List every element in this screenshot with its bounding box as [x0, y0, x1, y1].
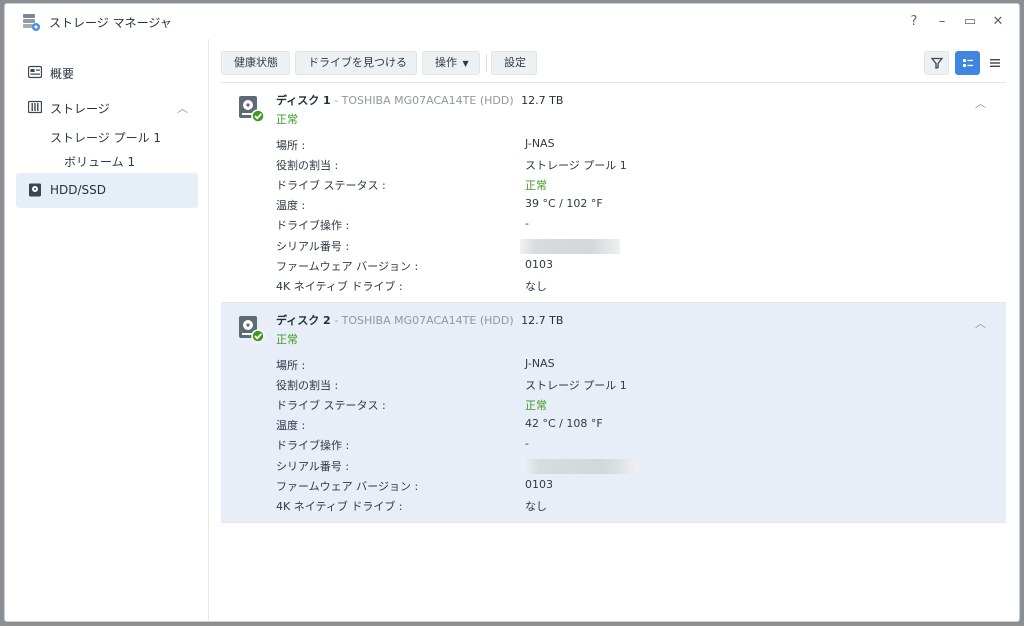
find-drive-button[interactable]: ドライブを見つける [295, 51, 417, 75]
info-label: シリアル番号 : [276, 460, 350, 473]
list-icon [989, 59, 1000, 67]
info-label: 場所 : [276, 139, 306, 152]
info-label: シリアル番号 : [276, 240, 350, 253]
window-title: ストレージ マネージャ [49, 16, 172, 30]
hdd-healthy-icon [239, 96, 265, 123]
info-value: 0103 [525, 478, 553, 491]
info-row: 4K ネイティブ ドライブ : なし [276, 278, 976, 294]
disk-name: ディスク 2 [276, 314, 331, 327]
sidebar-item-label: ストレージ [50, 102, 110, 116]
info-value: ストレージ プール 1 [525, 159, 627, 172]
help-icon[interactable]: ? [903, 10, 925, 32]
info-row: シリアル番号 : [276, 458, 976, 474]
info-value: 正常 [525, 179, 547, 192]
sidebar-item-label: 概要 [50, 67, 75, 81]
info-label: 役割の割当 : [276, 379, 339, 392]
chevron-up-icon[interactable]: ︿ [975, 315, 986, 331]
redacted-serial [520, 239, 620, 254]
info-value: J-NAS [525, 137, 555, 150]
info-value: - [525, 437, 529, 450]
info-value: 42 °C / 108 °F [525, 417, 603, 430]
actions-dropdown-button[interactable]: 操作 ▼ [422, 51, 480, 75]
info-label: ファームウェア バージョン : [276, 480, 419, 493]
disk-size: 12.7 TB [521, 94, 564, 107]
sidebar-item-hdd-ssd[interactable]: HDD/SSD [16, 173, 198, 208]
info-label: 温度 : [276, 199, 306, 212]
info-row: 温度 : 42 °C / 108 °F [276, 417, 976, 433]
info-row: ドライブ操作 : - [276, 437, 976, 453]
disk-model: - TOSHIBA MG07ACA14TE (HDD) [334, 94, 514, 107]
sidebar-item-storage-pool[interactable]: ストレージ プール 1 [50, 129, 161, 146]
minimize-icon[interactable]: – [931, 10, 953, 32]
overview-icon [28, 65, 42, 79]
info-row: ファームウェア バージョン : 0103 [276, 258, 976, 274]
disk-header: ディスク 2 - TOSHIBA MG07ACA14TE (HDD) 12.7 … [276, 312, 563, 328]
filter-button[interactable] [924, 51, 949, 75]
info-label: ドライブ操作 : [276, 219, 350, 232]
info-label: 4K ネイティブ ドライブ : [276, 500, 403, 513]
hdd-healthy-icon [239, 316, 265, 343]
disk-model: - TOSHIBA MG07ACA14TE (HDD) [334, 314, 514, 327]
filter-icon [930, 57, 943, 69]
info-value: なし [525, 500, 547, 513]
list-view-button[interactable] [982, 51, 1007, 75]
disk-card-1[interactable]: ディスク 1 - TOSHIBA MG07ACA14TE (HDD) 12.7 … [221, 83, 1006, 303]
info-value: なし [525, 280, 547, 293]
info-row: 役割の割当 : ストレージ プール 1 [276, 157, 976, 173]
info-row: ドライブ ステータス : 正常 [276, 397, 976, 413]
info-row: 4K ネイティブ ドライブ : なし [276, 498, 976, 514]
storage-icon [28, 100, 42, 114]
info-row: ドライブ操作 : - [276, 217, 976, 233]
detail-view-button[interactable] [955, 51, 980, 75]
actions-label: 操作 [435, 56, 457, 69]
disk-status: 正常 [276, 333, 298, 346]
sidebar-item-overview[interactable]: 概要 [16, 55, 198, 89]
close-icon[interactable]: ✕ [987, 10, 1009, 32]
info-value: 0103 [525, 258, 553, 271]
info-row: ファームウェア バージョン : 0103 [276, 478, 976, 494]
chevron-up-icon[interactable]: ︿ [177, 100, 188, 116]
window-controls: ? – ▭ ✕ [903, 10, 1009, 32]
disk-status: 正常 [276, 113, 298, 126]
title-bar: ストレージ マネージャ ? – ▭ ✕ [5, 4, 1019, 39]
redacted-serial [522, 459, 638, 474]
info-value: 正常 [525, 399, 547, 412]
hdd-icon [29, 183, 41, 197]
info-label: 4K ネイティブ ドライブ : [276, 280, 403, 293]
sidebar-item-label: HDD/SSD [50, 183, 107, 197]
info-row: 場所 : J-NAS [276, 137, 976, 153]
info-value: - [525, 217, 529, 230]
info-label: 温度 : [276, 419, 306, 432]
toolbar-buttons: 健康状態 ドライブを見つける 操作 ▼ 設定 [221, 51, 1006, 75]
info-value: ストレージ プール 1 [525, 379, 627, 392]
info-label: ドライブ ステータス : [276, 179, 386, 192]
info-row: 温度 : 39 °C / 102 °F [276, 197, 976, 213]
detail-list-icon [962, 59, 973, 67]
health-button[interactable]: 健康状態 [221, 51, 290, 75]
info-value: J-NAS [525, 357, 555, 370]
caret-down-icon: ▼ [462, 59, 469, 68]
disk-card-2[interactable]: ディスク 2 - TOSHIBA MG07ACA14TE (HDD) 12.7 … [221, 303, 1006, 523]
settings-button[interactable]: 設定 [491, 51, 537, 75]
chevron-up-icon[interactable]: ︿ [975, 95, 986, 111]
info-label: 場所 : [276, 359, 306, 372]
storage-manager-app-icon [23, 14, 40, 31]
info-label: 役割の割当 : [276, 159, 339, 172]
toolbar-divider [486, 54, 487, 72]
disk-header: ディスク 1 - TOSHIBA MG07ACA14TE (HDD) 12.7 … [276, 92, 563, 108]
info-row: 役割の割当 : ストレージ プール 1 [276, 377, 976, 393]
sidebar: 概要 ストレージ ︿ ストレージ プール 1 ボリューム 1 HDD/SSD [5, 39, 209, 621]
disk-size: 12.7 TB [521, 314, 564, 327]
info-row: シリアル番号 : [276, 238, 976, 254]
info-row: 場所 : J-NAS [276, 357, 976, 373]
disk-name: ディスク 1 [276, 94, 331, 107]
info-label: ドライブ操作 : [276, 439, 350, 452]
info-label: ファームウェア バージョン : [276, 260, 419, 273]
maximize-icon[interactable]: ▭ [959, 10, 981, 32]
info-label: ドライブ ステータス : [276, 399, 386, 412]
info-row: ドライブ ステータス : 正常 [276, 177, 976, 193]
info-value: 39 °C / 102 °F [525, 197, 603, 210]
sidebar-item-volume[interactable]: ボリューム 1 [64, 153, 135, 170]
sidebar-item-storage[interactable]: ストレージ ︿ [16, 90, 198, 124]
